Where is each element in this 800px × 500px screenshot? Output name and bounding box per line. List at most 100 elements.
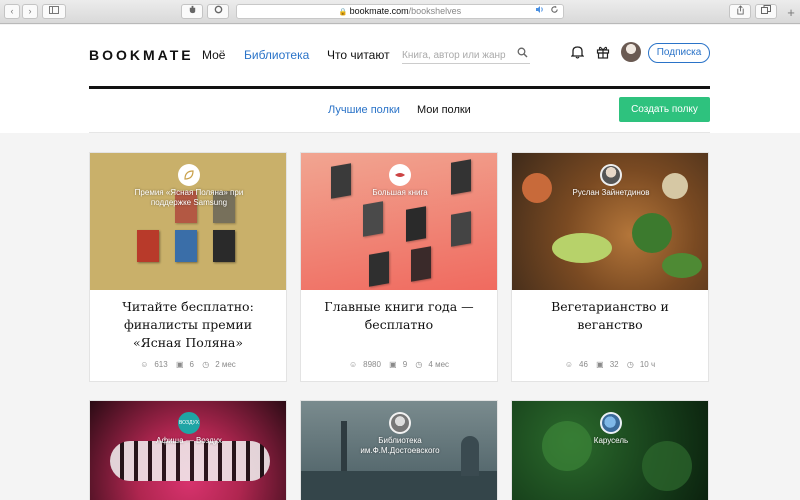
followers-count: 613 (154, 360, 168, 369)
search-box (402, 45, 530, 65)
hand-icon (189, 5, 195, 14)
browser-toolbar: ‹ › 🔒 bookmate.com/bookshelves + (0, 0, 800, 24)
updated-time: 2 мес (215, 360, 236, 369)
foliage-shape (642, 441, 692, 491)
shelf-cover: Руслан Зайнетдинов (512, 153, 708, 290)
create-shelf-button[interactable]: Создать полку (619, 97, 710, 122)
bell-icon[interactable] (571, 45, 584, 59)
book-thumbnail (406, 206, 426, 242)
shelf-cover: ВОЗДУХ Афиша — Воздух (90, 401, 286, 500)
url-path: /bookshelves (408, 6, 462, 16)
tab-best-shelves[interactable]: Лучшие полки (328, 104, 400, 116)
vegetable-shape (552, 233, 612, 263)
tabs-button[interactable] (755, 4, 777, 19)
book-thumbnail (175, 230, 197, 262)
bookmate-logo[interactable]: BOOKMATE (89, 47, 194, 63)
vegetable-shape (632, 213, 672, 253)
header-divider (89, 86, 710, 89)
forward-button[interactable]: › (22, 4, 38, 19)
back-button[interactable]: ‹ (4, 4, 20, 19)
share-button[interactable] (729, 4, 751, 19)
updated-time: 4 мес (428, 360, 450, 369)
vegetable-shape (662, 253, 702, 278)
nav-what-they-read[interactable]: Что читают (327, 48, 390, 62)
shelf-card[interactable]: Премия «Ясная Поляна» при поддержке Sams… (89, 152, 287, 382)
nav-library[interactable]: Библиотека (244, 48, 309, 62)
sidebar-icon (49, 6, 59, 14)
shelf-card[interactable]: ВОЗДУХ Афиша — Воздух (89, 400, 287, 500)
books-icon: ▣ (596, 360, 604, 369)
shelf-author-name: Афиша — Воздух (156, 436, 222, 445)
books-icon: ▣ (389, 360, 397, 369)
address-bar[interactable]: 🔒 bookmate.com/bookshelves (236, 4, 564, 19)
shelf-author-avatar[interactable] (600, 164, 622, 186)
shelf-cover: Премия «Ясная Поляна» при поддержке Sams… (90, 153, 286, 290)
shelf-stats: ☺ 613 ▣ 6 ◷ 2 мес (90, 358, 286, 381)
followers-icon: ☺ (348, 360, 358, 369)
gift-icon[interactable] (596, 45, 610, 59)
book-thumbnail (369, 251, 389, 287)
sidebar-toggle-button[interactable] (42, 4, 66, 19)
shelf-card[interactable]: Библиотека им.Ф.М.Достоевского (300, 400, 498, 500)
book-thumbnail (363, 201, 383, 237)
shelf-author-avatar[interactable] (389, 412, 411, 434)
book-thumbnail (137, 230, 159, 262)
audio-icon[interactable] (535, 5, 545, 18)
shelf-author-name: Премия «Ясная Поляна» при поддержке Sams… (134, 188, 244, 207)
leaf-icon (184, 170, 194, 180)
followers-icon: ☺ (140, 360, 149, 369)
tab-my-shelves[interactable]: Мои полки (417, 104, 471, 116)
shelf-title: Читайте бесплатно: финалисты премии «Ясн… (122, 299, 254, 350)
user-avatar[interactable] (621, 42, 641, 62)
updated-time: 10 ч (639, 360, 656, 369)
book-thumbnail (213, 230, 235, 262)
foliage-shape (542, 421, 592, 471)
subscribe-button[interactable]: Подписка (648, 43, 710, 63)
books-count: 6 (189, 360, 194, 369)
site-header: BOOKMATE Моё Библиотека Что читают Подпи… (0, 25, 800, 133)
shelf-author-avatar[interactable] (178, 164, 200, 186)
refresh-circle-icon (214, 5, 222, 14)
clock-icon: ◷ (202, 360, 210, 369)
extension-button[interactable] (181, 4, 203, 19)
shelf-cover: Большая книга (301, 153, 497, 290)
shelf-cover: Карусель (512, 401, 708, 500)
shelf-card[interactable]: Большая книга Главные книги года — беспл… (300, 152, 498, 382)
teeth-shape (110, 441, 270, 481)
shelf-author-name: Карусель (593, 436, 629, 445)
tabs-icon (761, 5, 771, 14)
shelf-author-avatar[interactable] (389, 164, 411, 186)
shelf-card[interactable]: Руслан Зайнетдинов Вегетарианство и вега… (511, 152, 709, 382)
search-input[interactable] (402, 46, 512, 65)
shelf-author-name: Руслан Зайнетдинов (572, 188, 650, 197)
share-icon (736, 5, 744, 15)
books-count: 9 (402, 360, 408, 369)
lock-icon: 🔒 (338, 9, 348, 16)
shelf-stats: ☺ 46 ▣ 32 ◷ 10 ч (512, 358, 708, 381)
badge-text: ВОЗДУХ (178, 420, 200, 426)
shelf-stats: ☺ 8980 ▣ 9 ◷ 4 мес (301, 358, 497, 381)
shelf-cover: Библиотека им.Ф.М.Достоевского (301, 401, 497, 500)
book-thumbnail (451, 211, 471, 247)
followers-icon: ☺ (564, 360, 574, 369)
bookshelves-page: BOOKMATE Моё Библиотека Что читают Подпи… (0, 25, 800, 500)
nav-my[interactable]: Моё (202, 48, 225, 62)
shelf-author-avatar[interactable]: ВОЗДУХ (178, 412, 200, 434)
tabs-divider (89, 132, 710, 133)
shelf-author-name: Большая книга (372, 188, 428, 197)
reload-icon[interactable] (550, 5, 559, 18)
book-thumbnail (411, 246, 431, 282)
followers-count: 8980 (363, 360, 381, 369)
search-icon[interactable] (517, 47, 528, 58)
followers-count: 46 (579, 360, 588, 369)
clock-icon: ◷ (626, 360, 634, 369)
shelf-title: Вегетарианство и веганство (551, 299, 669, 332)
shelf-card[interactable]: Карусель (511, 400, 709, 500)
shelf-author-avatar[interactable] (600, 412, 622, 434)
shelf-author-name: Библиотека им.Ф.М.Достоевского (360, 436, 440, 455)
books-count: 32 (609, 360, 619, 369)
shelf-title: Главные книги года — бесплатно (324, 299, 474, 332)
extension-button-2[interactable] (207, 4, 229, 19)
new-tab-button[interactable]: + (784, 6, 798, 21)
big-book-logo-icon (395, 173, 405, 177)
